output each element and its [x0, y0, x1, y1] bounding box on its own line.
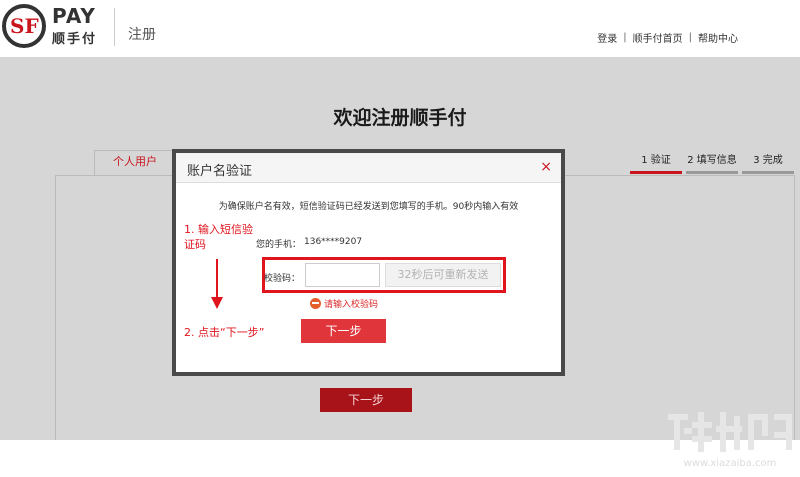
close-icon[interactable]: ×	[540, 159, 552, 175]
xiazaiba-watermark-logo: www.xiazaiba.com	[668, 412, 792, 469]
tab-personal-user[interactable]: 个人用户	[94, 150, 176, 176]
resend-code-button[interactable]: 32秒后可重新发送	[385, 263, 501, 287]
nav-login-link[interactable]: 登录	[597, 30, 617, 45]
step-indicator: 1 验证 2 填写信息 3 完成	[630, 151, 794, 174]
annotation-step2: 2. 点击“下一步”	[184, 326, 265, 339]
header-title: 注册	[128, 27, 156, 43]
annotation-step1: 1. 输入短信验证码	[184, 223, 253, 251]
header-nav: 登录 | 顺手付首页 | 帮助中心	[597, 30, 738, 45]
phone-value: 136****9207	[304, 237, 363, 247]
dialog-info-text: 为确保账户名有效，短信验证码已经发送到您填写的手机。90秒内输入有效	[218, 202, 519, 212]
logo-brand-text: 顺手付	[52, 32, 98, 47]
page-title: 欢迎注册顺手付	[333, 107, 467, 129]
nav-help-link[interactable]: 帮助中心	[698, 30, 738, 45]
nav-separator: |	[688, 32, 692, 43]
page-next-button[interactable]: 下一步	[320, 388, 412, 412]
verify-account-dialog: 账户名验证 × 为确保账户名有效，短信验证码已经发送到您填写的手机。90秒内输入…	[172, 149, 565, 376]
sf-logo-icon[interactable]: SF	[2, 4, 46, 48]
site-header: SF PAY 顺手付 注册 登录 | 顺手付首页 | 帮助中心	[0, 0, 800, 57]
dialog-header: 账户名验证 ×	[176, 153, 561, 183]
error-text: 请输入校验码	[324, 300, 379, 310]
step-verify: 1 验证	[630, 151, 682, 174]
logo-mark-text: SF	[10, 14, 39, 38]
phone-label: 您的手机：	[256, 240, 302, 250]
error-icon	[310, 298, 321, 309]
step-fill-info: 2 填写信息	[686, 151, 738, 174]
dialog-title: 账户名验证	[187, 164, 253, 179]
code-error-message: 请输入校验码	[310, 297, 378, 310]
watermark-text: www.xiazaiba.com	[684, 458, 777, 469]
code-label: 校验码：	[264, 274, 301, 284]
nav-home-link[interactable]: 顺手付首页	[633, 30, 683, 45]
nav-separator: |	[623, 32, 627, 43]
verification-code-input[interactable]	[305, 263, 380, 287]
dialog-next-button[interactable]: 下一步	[301, 319, 386, 343]
step-complete: 3 完成	[742, 151, 794, 174]
header-divider	[114, 8, 115, 46]
logo-pay-text: PAY	[52, 4, 96, 28]
arrow-down-icon	[211, 259, 223, 309]
